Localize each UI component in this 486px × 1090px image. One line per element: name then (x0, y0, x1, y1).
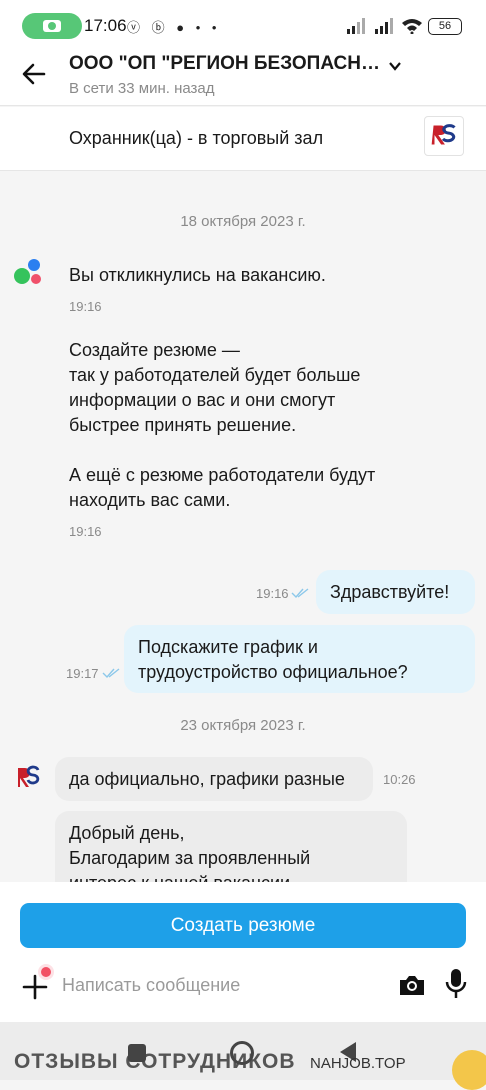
system-message: Создайте резюме — так у работодателей бу… (69, 340, 376, 510)
message-time: 19:16 (256, 586, 289, 601)
composer-area: Создать резюме (0, 882, 486, 1022)
battery-icon: 56 (428, 18, 462, 35)
date-separator: 23 октября 2023 г. (180, 717, 306, 734)
screen-record-indicator (22, 13, 82, 39)
company-logo (424, 116, 464, 156)
camera-icon[interactable] (398, 973, 426, 997)
employer-avatar (18, 765, 40, 787)
incoming-message[interactable]: да официально, графики разные (55, 757, 373, 801)
vacancy-title[interactable]: Охранник(ца) - в торговый зал (69, 128, 323, 149)
read-ticks-icon (102, 668, 120, 679)
read-ticks-icon (291, 588, 309, 599)
status-time: 17:06 (84, 16, 127, 35)
system-nav-bar: ОТЗЫВЫ СОТРУДНИКОВ NAHJOB.TOP (0, 1022, 486, 1090)
home-button[interactable] (230, 1041, 254, 1065)
outgoing-message[interactable]: Подскажите график и трудоустройство офиц… (124, 625, 475, 693)
hh-bot-avatar (14, 259, 41, 284)
employer-name[interactable]: ООО "ОП "РЕГИОН БЕЗОПАСН… (69, 53, 379, 75)
chat-header: ООО "ОП "РЕГИОН БЕЗОПАСН… В сети 33 мин.… (0, 40, 486, 106)
signal-icon (347, 18, 365, 34)
message-time: 19:17 (66, 666, 99, 681)
date-separator: 18 октября 2023 г. (180, 213, 306, 230)
recents-button[interactable] (128, 1044, 146, 1062)
back-arrow-icon[interactable] (20, 60, 48, 88)
watermark-site: NAHJOB.TOP (310, 1055, 406, 1072)
online-status: В сети 33 мин. назад (69, 80, 215, 97)
system-message: Вы откликнулись на вакансию. (69, 265, 326, 285)
camera-icon (43, 20, 61, 32)
wifi-icon (402, 19, 422, 34)
notification-icons: ⓥ ⓑ ● • • (127, 20, 221, 35)
message-time: 10:26 (383, 772, 416, 787)
message-time: 19:16 (69, 524, 102, 539)
outgoing-message[interactable]: Здравствуйте! (316, 570, 475, 614)
message-input[interactable] (62, 970, 382, 1000)
message-time: 19:16 (69, 299, 102, 314)
chevron-down-icon[interactable] (388, 59, 402, 73)
status-bar: 17:06 ⓥ ⓑ ● • • 56 (0, 0, 486, 40)
vacancy-bar[interactable]: Охранник(ца) - в торговый зал (0, 107, 486, 171)
notification-badge (38, 964, 54, 980)
signal-icon (375, 18, 393, 34)
microphone-icon[interactable] (444, 968, 468, 1000)
create-resume-button[interactable]: Создать резюме (20, 903, 466, 948)
incoming-message[interactable]: Добрый день, Благодарим за проявленный и… (55, 811, 407, 882)
emoji-icon (452, 1050, 486, 1090)
